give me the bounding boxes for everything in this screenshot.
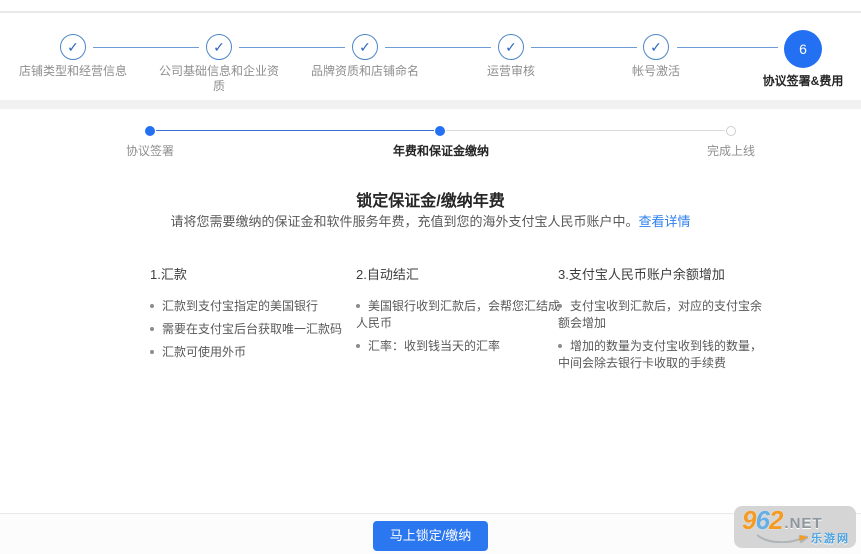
substep-3-dot[interactable]: [726, 126, 736, 136]
list-item: 汇款可使用外币: [150, 344, 350, 361]
check-icon: ✓: [359, 40, 371, 54]
list-item-text: 需要在支付宝后台获取唯一汇款码: [162, 322, 342, 336]
list-item-text: 增加的数量为支付宝收到钱的数量，中间会除去银行卡收取的手续费: [558, 339, 762, 370]
column-heading: 3.支付宝人民币账户余额增加: [558, 264, 772, 283]
list-item: 需要在支付宝后台获取唯一汇款码: [150, 321, 350, 338]
page-subtitle: 请将您需要缴纳的保证金和软件服务年费，充值到您的海外支付宝人民币账户中。查看详情: [0, 211, 861, 230]
step-connector: [385, 47, 491, 48]
step-5-circle[interactable]: ✓: [643, 34, 669, 60]
step-number: 6: [799, 41, 807, 57]
step-1-label: 店铺类型和经营信息: [11, 64, 135, 79]
step-connector: [239, 47, 345, 48]
substep-3-label: 完成上线: [631, 142, 831, 159]
site-watermark: 9 6 2 .NET 乐游网: [734, 506, 856, 548]
onboarding-page: ✓ ✓ ✓ ✓ ✓ 6 店铺类型和经营信息 公司基础信息和企业资质 品牌资质和店…: [0, 0, 861, 554]
substep-1-dot[interactable]: [145, 126, 155, 136]
watermark-subrow: 乐游网: [742, 530, 850, 546]
section-divider-band: [0, 100, 861, 109]
list-item: 美国银行收到汇款后，会帮您汇结成人民币: [356, 298, 564, 332]
bullet-dot-icon: [150, 350, 154, 354]
step-connector: [531, 47, 637, 48]
list-item-text: 支付宝收到汇款后，对应的支付宝余额会增加: [558, 299, 762, 330]
substep-connector-pending: [446, 130, 725, 131]
watermark-tld: .NET: [784, 516, 822, 531]
list-item: 汇款到支付宝指定的美国银行: [150, 298, 350, 315]
balance-increase-column: 3.支付宝人民币账户余额增加 支付宝收到汇款后，对应的支付宝余额会增加 增加的数…: [558, 264, 772, 378]
step-3-label: 品牌资质和店铺命名: [303, 64, 427, 79]
step-1-circle[interactable]: ✓: [60, 34, 86, 60]
substep-2-label: 年费和保证金缴纳: [341, 142, 541, 159]
swoosh-arrow-icon: [756, 533, 808, 543]
substep-connector-done: [156, 130, 434, 131]
list-item-text: 汇款可使用外币: [162, 345, 246, 359]
substep-1-label: 协议签署: [50, 142, 250, 159]
step-connector: [677, 47, 778, 48]
list-item-text: 汇款到支付宝指定的美国银行: [162, 299, 318, 313]
check-icon: ✓: [213, 40, 225, 54]
lock-and-pay-button[interactable]: 马上锁定/缴纳: [373, 521, 489, 551]
bullet-dot-icon: [356, 344, 360, 348]
column-heading: 1.汇款: [150, 264, 350, 283]
step-6-label: 协议签署&费用: [741, 72, 861, 89]
check-icon: ✓: [67, 40, 79, 54]
list-item-text: 美国银行收到汇款后，会帮您汇结成人民币: [356, 299, 560, 330]
watermark-site-name: 乐游网: [811, 530, 850, 546]
view-details-link[interactable]: 查看详情: [639, 214, 691, 229]
watermark-digit: 9: [742, 507, 755, 533]
check-icon: ✓: [650, 40, 662, 54]
list-item: 支付宝收到汇款后，对应的支付宝余额会增加: [558, 298, 772, 332]
bullet-dot-icon: [356, 304, 360, 308]
watermark-digit: 6: [755, 507, 768, 533]
step-4-label: 运营审核: [449, 64, 573, 79]
bullet-dot-icon: [150, 327, 154, 331]
list-item-text: 汇率：收到钱当天的汇率: [368, 339, 500, 353]
substep-2-dot[interactable]: [435, 126, 445, 136]
top-divider: [0, 11, 861, 13]
step-connector: [93, 47, 199, 48]
bullet-dot-icon: [558, 344, 562, 348]
check-icon: ✓: [505, 40, 517, 54]
step-2-circle[interactable]: ✓: [206, 34, 232, 60]
step-4-circle[interactable]: ✓: [498, 34, 524, 60]
auto-settlement-column: 2.自动结汇 美国银行收到汇款后，会帮您汇结成人民币 汇率：收到钱当天的汇率: [356, 264, 564, 361]
list-item: 增加的数量为支付宝收到钱的数量，中间会除去银行卡收取的手续费: [558, 338, 772, 372]
subtitle-text: 请将您需要缴纳的保证金和软件服务年费，充值到您的海外支付宝人民币账户中。: [170, 214, 638, 229]
watermark-digit: 2: [769, 507, 782, 533]
column-heading: 2.自动结汇: [356, 264, 564, 283]
page-title: 锁定保证金/缴纳年费: [0, 187, 861, 211]
step-6-circle-current[interactable]: 6: [784, 30, 822, 68]
bullet-dot-icon: [558, 304, 562, 308]
remittance-column: 1.汇款 汇款到支付宝指定的美国银行 需要在支付宝后台获取唯一汇款码 汇款可使用…: [150, 264, 350, 367]
list-item: 汇率：收到钱当天的汇率: [356, 338, 564, 355]
step-5-label: 帐号激活: [594, 64, 718, 79]
step-2-label: 公司基础信息和企业资质: [157, 64, 281, 94]
step-3-circle[interactable]: ✓: [352, 34, 378, 60]
footer-bar: 马上锁定/缴纳: [0, 513, 861, 554]
bullet-dot-icon: [150, 304, 154, 308]
